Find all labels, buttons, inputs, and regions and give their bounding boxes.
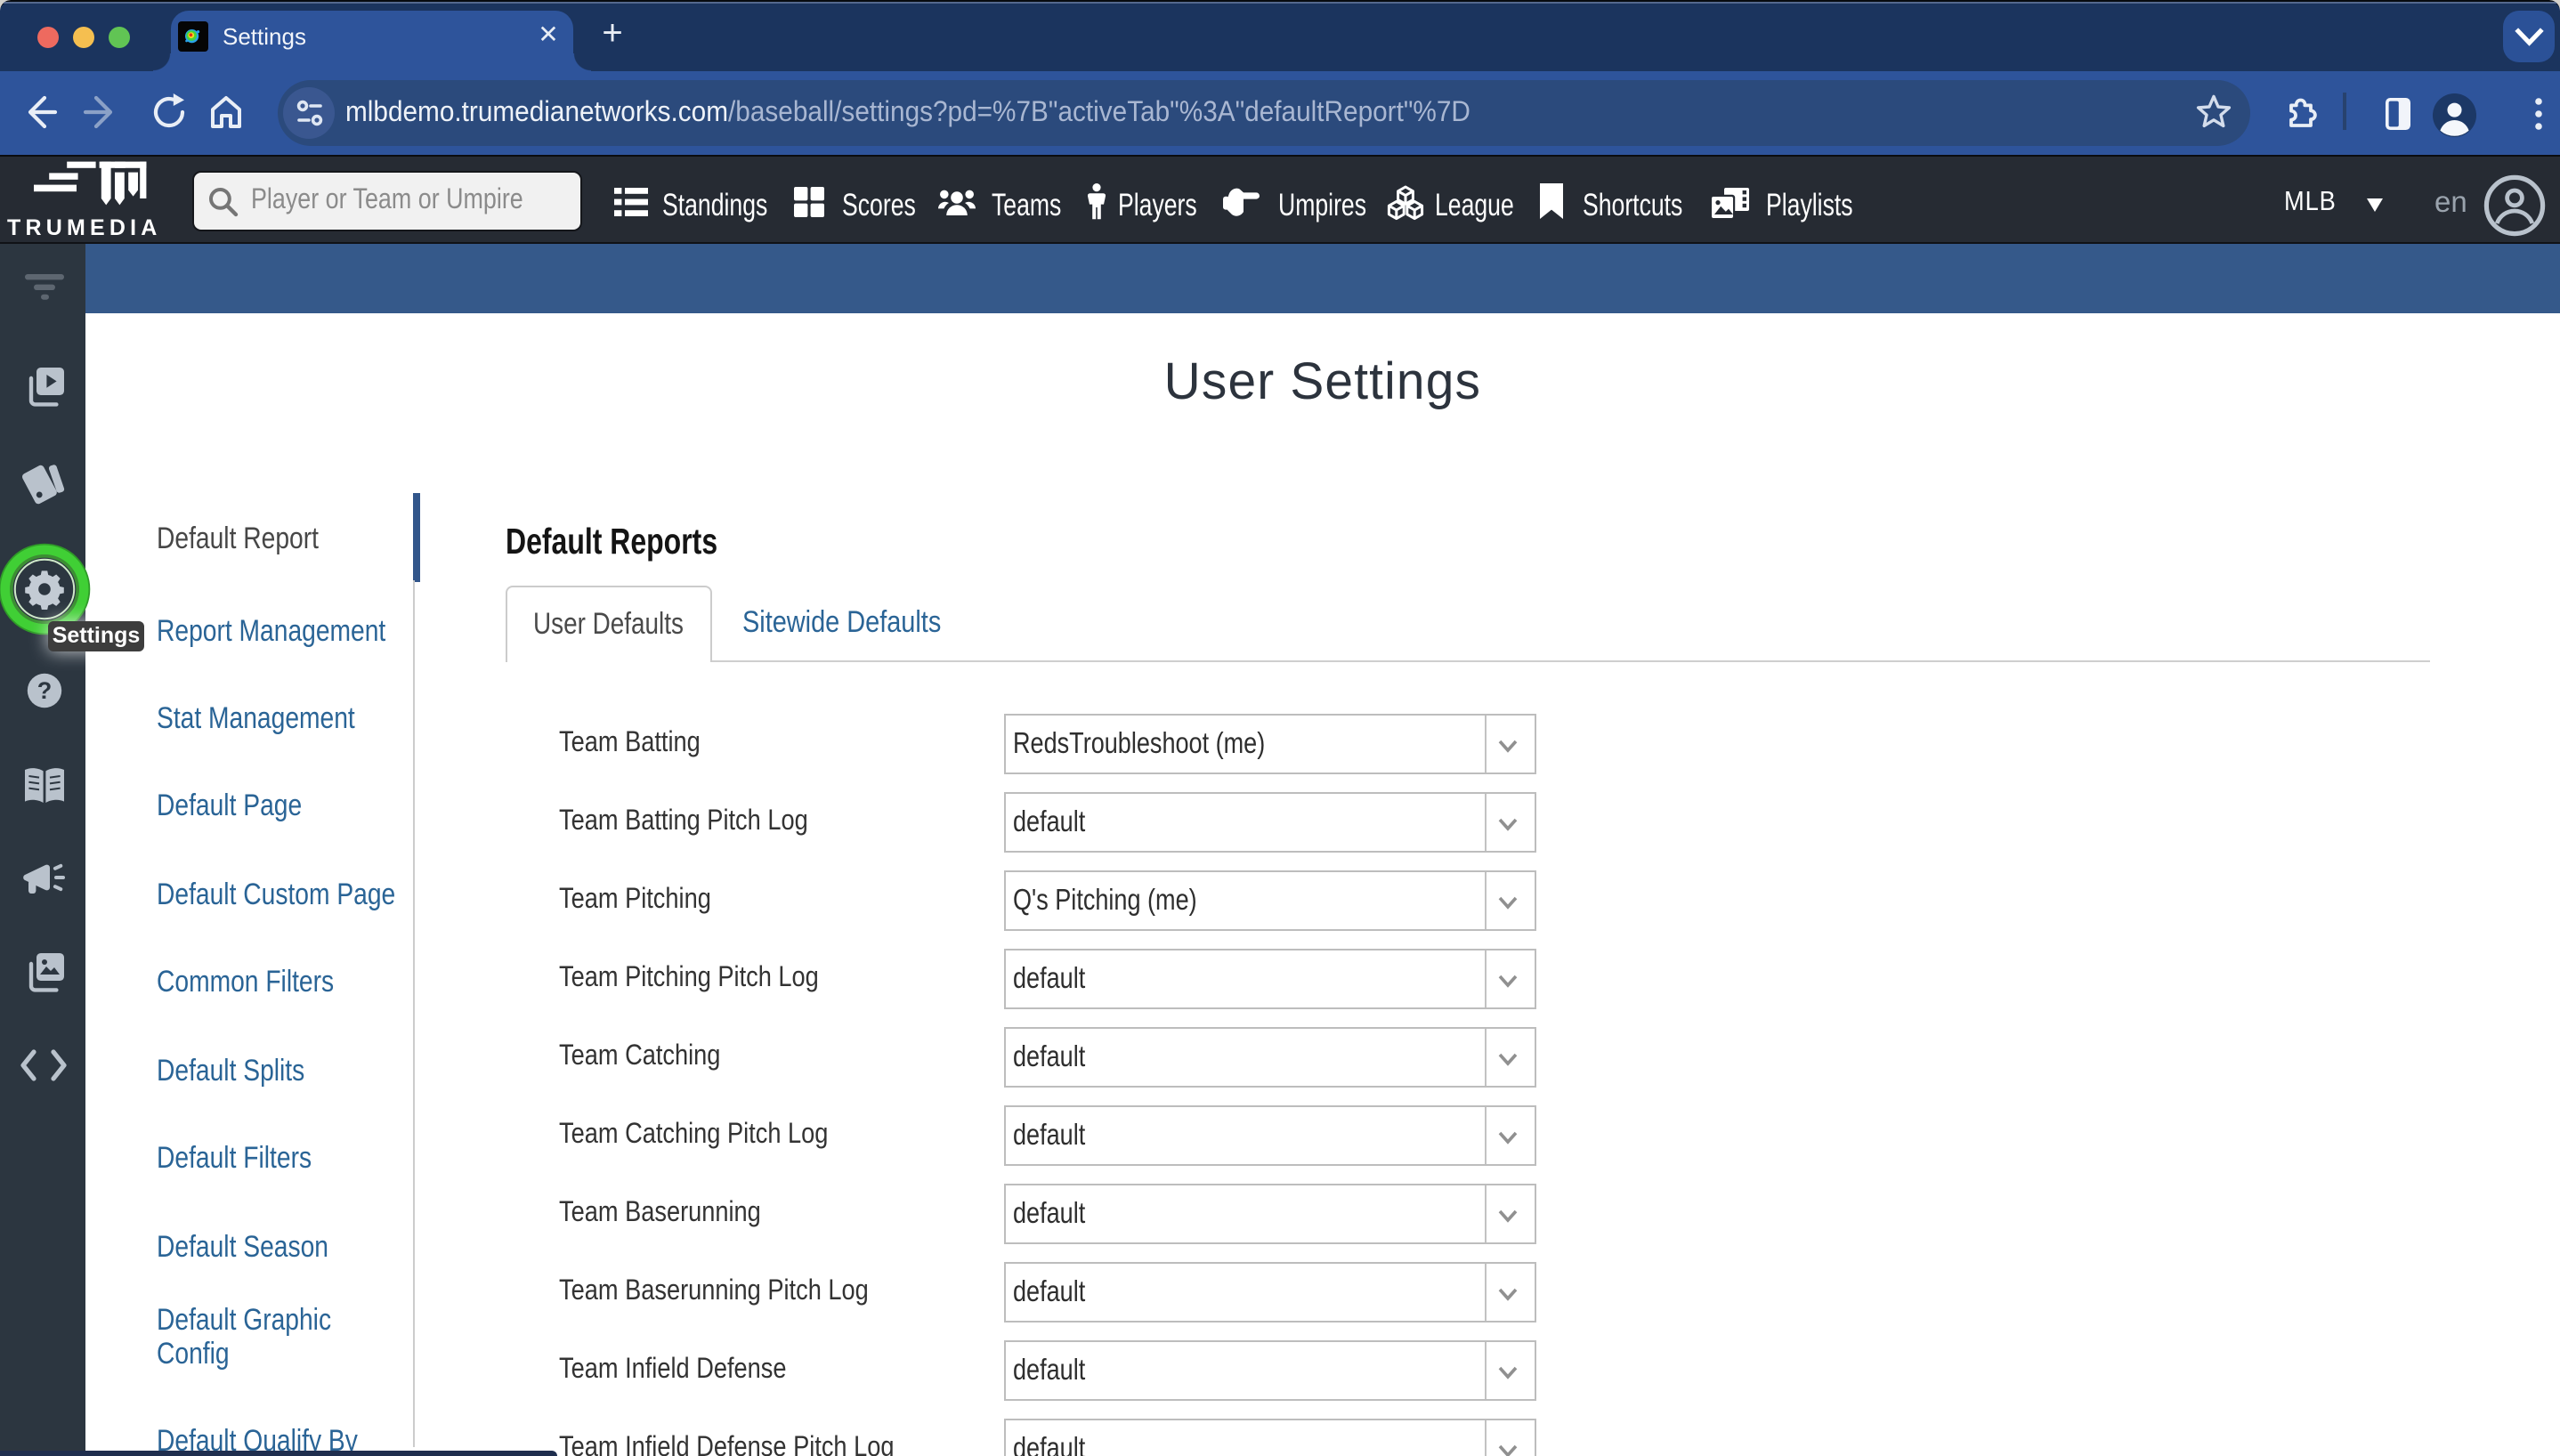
svg-text:?: ? — [36, 676, 52, 703]
